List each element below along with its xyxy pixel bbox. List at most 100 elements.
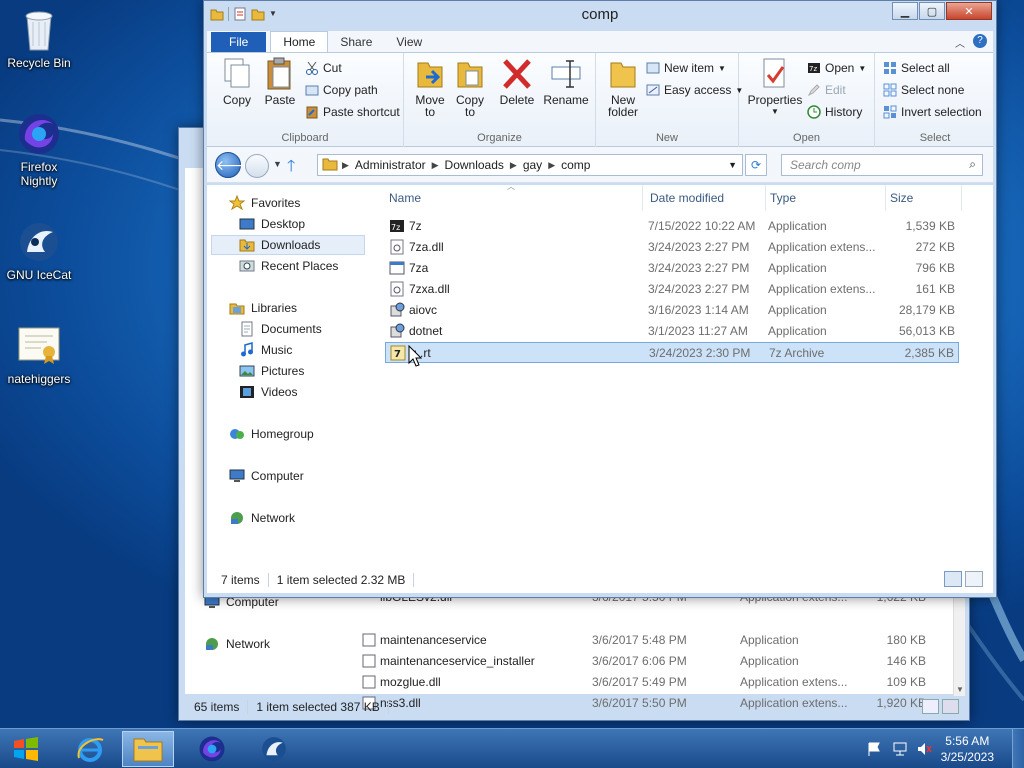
maximize-button[interactable]: ▢	[919, 2, 945, 20]
tab-share[interactable]: Share	[328, 32, 384, 52]
file-name: maintenanceservice_installer	[380, 654, 535, 668]
new-item-button[interactable]: New item ▼	[646, 61, 726, 75]
taskbar-firefox-nightly[interactable]	[186, 731, 238, 767]
back-nav-network[interactable]: Network	[204, 636, 270, 652]
nav-favorites[interactable]: Favorites	[228, 194, 300, 211]
taskbar-gnu-icecat[interactable]	[248, 731, 300, 767]
tiles-view-icon[interactable]	[942, 699, 959, 714]
move-to-button[interactable]: Move to	[412, 57, 448, 118]
search-input[interactable]: Search comp ⌕	[781, 154, 983, 176]
breadcrumb-separator-icon[interactable]: ▶	[510, 160, 517, 171]
paste-shortcut-button[interactable]: Paste shortcut	[305, 105, 400, 119]
properties-button[interactable]: Properties ▼	[745, 57, 805, 117]
taskbar-file-explorer[interactable]	[122, 731, 174, 767]
address-bar[interactable]: ▶ Administrator ▶ Downloads ▶ gay ▶ comp…	[317, 154, 743, 176]
desktop-icon-natehiggers[interactable]: natehiggers	[0, 322, 81, 386]
title-bar[interactable]: ▼ comp ▁ ▢ ✕	[204, 1, 996, 31]
properties-checkmark-icon	[759, 57, 791, 91]
nav-libraries[interactable]: Libraries	[229, 300, 297, 316]
breadcrumb-administrator[interactable]: Administrator	[349, 158, 432, 172]
action-center-flag-icon[interactable]	[866, 741, 882, 757]
table-row[interactable]: libGLESv2.dll 3/6/2017 5:50 PM Application…	[360, 598, 950, 606]
taskbar-clock[interactable]: 5:56 AM 3/25/2023	[941, 733, 994, 765]
new-folder-button[interactable]: New folder	[602, 57, 644, 118]
nav-computer[interactable]: Computer	[229, 468, 304, 484]
back-button[interactable]: 🡐	[215, 152, 254, 178]
breadcrumb-gay[interactable]: gay	[517, 158, 548, 172]
details-view-icon[interactable]	[944, 571, 962, 587]
history-button[interactable]: History	[807, 105, 862, 119]
edit-button[interactable]: Edit	[807, 83, 846, 97]
nav-desktop[interactable]: Desktop	[239, 216, 305, 232]
delete-button[interactable]: Delete	[496, 57, 538, 107]
desktop-icon-firefox-nightly[interactable]: Firefox Nightly	[0, 110, 81, 188]
start-button[interactable]	[6, 731, 46, 767]
nav-homegroup[interactable]: Homegroup	[229, 426, 314, 442]
nav-videos[interactable]: Videos	[239, 384, 297, 400]
breadcrumb-comp[interactable]: comp	[555, 158, 596, 172]
nav-recent-places[interactable]: Recent Places	[239, 258, 338, 274]
invert-selection-button[interactable]: Invert selection	[883, 105, 982, 119]
column-header-date[interactable]: Date modified	[646, 185, 766, 211]
copy-path-button[interactable]: Copy path	[305, 83, 378, 97]
paste-button[interactable]: Paste	[259, 57, 301, 107]
easy-access-button[interactable]: Easy access ▼	[646, 83, 743, 97]
tab-home[interactable]: Home	[270, 31, 329, 52]
nav-downloads[interactable]: Downloads	[211, 235, 365, 255]
tab-file[interactable]: File	[211, 32, 267, 52]
column-header-size[interactable]: Size	[886, 185, 962, 211]
volume-muted-icon[interactable]	[916, 741, 932, 757]
file-name: aiovc	[409, 303, 438, 317]
file-row[interactable]: aiovc 3/16/2023 1:14 AM Application 28,179 …	[385, 300, 959, 321]
cut-button[interactable]: Cut	[305, 61, 342, 75]
address-dropdown-chevron-icon[interactable]: ▼	[728, 160, 737, 170]
breadcrumb-separator-icon[interactable]: ▶	[432, 160, 439, 171]
background-view-buttons[interactable]	[922, 699, 962, 715]
breadcrumb-separator-icon[interactable]: ▶	[342, 160, 349, 171]
file-row[interactable]: 7za 3/24/2023 2:27 PM Application 796 KB	[385, 258, 959, 279]
show-desktop-button[interactable]	[1012, 729, 1024, 768]
breadcrumb-separator-icon[interactable]: ▶	[548, 160, 555, 171]
rename-icon	[550, 57, 582, 91]
scroll-down-icon[interactable]: ▼	[956, 685, 964, 694]
select-none-button[interactable]: Select none	[883, 83, 964, 97]
file-row[interactable]: dotnet 3/1/2023 11:27 AM Application 56,013…	[385, 321, 959, 342]
background-scrollbar[interactable]: ▼	[953, 592, 965, 696]
breadcrumb-downloads[interactable]: Downloads	[439, 158, 510, 172]
select-all-button[interactable]: Select all	[883, 61, 950, 75]
taskbar-internet-explorer[interactable]	[64, 731, 116, 767]
network-tray-icon[interactable]	[892, 741, 908, 757]
open-button[interactable]: 7z Open ▼	[807, 61, 866, 75]
close-button[interactable]: ✕	[946, 2, 992, 20]
file-row[interactable]: 7za.dll 3/24/2023 2:27 PM Application exte…	[385, 237, 959, 258]
rename-button[interactable]: Rename	[542, 57, 590, 107]
desktop-icon-gnu-icecat[interactable]: GNU IceCat	[0, 218, 81, 282]
column-header-type[interactable]: Type	[766, 185, 886, 211]
column-header-name[interactable]: Name	[385, 185, 643, 211]
nav-documents[interactable]: Documents	[239, 321, 322, 337]
large-icons-view-icon[interactable]	[965, 571, 983, 587]
installer-icon	[389, 323, 405, 342]
details-view-icon[interactable]	[922, 699, 939, 714]
tab-view[interactable]: View	[384, 32, 434, 52]
nav-network[interactable]: Network	[229, 510, 295, 526]
desktop-icon-recycle-bin[interactable]: Recycle Bin	[0, 6, 81, 70]
nav-music[interactable]: Music	[239, 342, 292, 358]
nav-pictures[interactable]: Pictures	[239, 363, 304, 379]
file-row[interactable]: 7z 7z 7/15/2022 10:22 AM Application 1,539 K…	[385, 216, 959, 237]
search-icon[interactable]: ⌕	[969, 157, 976, 172]
up-arrow-icon[interactable]: 🡑	[287, 155, 295, 182]
file-row[interactable]: 7 u..rt 3/24/2023 2:30 PM 7z Archive 2,385 K…	[385, 342, 959, 363]
recent-locations-chevron-icon[interactable]: ▼	[273, 159, 282, 169]
file-explorer-folder-icon	[133, 738, 163, 762]
help-icon[interactable]: ?	[973, 34, 987, 48]
explorer-window-comp[interactable]: ▼ comp ▁ ▢ ✕ File Home Share View ︿ ? Co…	[203, 0, 997, 598]
forward-button[interactable]	[245, 154, 269, 178]
refresh-button[interactable]: ⟳	[745, 154, 767, 176]
minimize-ribbon-chevron-icon[interactable]: ︿	[955, 35, 965, 50]
copy-to-button[interactable]: Copy to	[452, 57, 488, 118]
copy-button[interactable]: Copy	[217, 57, 257, 107]
file-row[interactable]: 7zxa.dll 3/24/2023 2:27 PM Application ext…	[385, 279, 959, 300]
copy-path-icon	[305, 83, 319, 97]
minimize-button[interactable]: ▁	[892, 2, 918, 20]
